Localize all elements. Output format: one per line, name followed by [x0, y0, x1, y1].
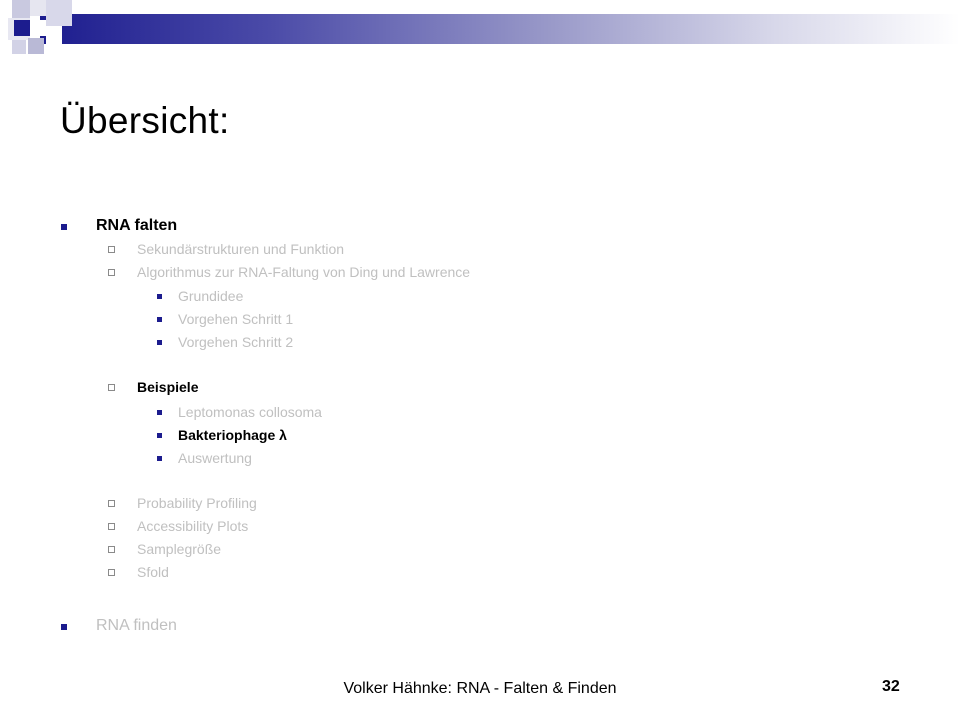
list-item: Sekundärstrukturen und Funktion — [137, 241, 345, 257]
square-bullet-icon — [157, 433, 162, 438]
header-square — [46, 0, 72, 26]
hollow-bullet-icon — [108, 500, 115, 507]
square-bullet-icon — [157, 456, 162, 461]
hollow-bullet-icon — [108, 523, 115, 530]
page-number: 32 — [882, 678, 900, 695]
list-item: Samplegröße — [137, 541, 222, 557]
header-square — [30, 20, 46, 36]
list-item: Leptomonas collosoma — [178, 404, 322, 420]
header-square — [30, 0, 46, 16]
square-bullet-icon — [61, 224, 67, 230]
square-bullet-icon — [61, 624, 67, 630]
header-square — [12, 0, 30, 18]
square-bullet-icon — [157, 294, 162, 299]
hollow-bullet-icon — [108, 246, 115, 253]
square-bullet-icon — [157, 317, 162, 322]
list-item: RNA falten — [96, 217, 178, 234]
header-square — [14, 20, 30, 36]
list-item: Sfold — [137, 564, 169, 580]
header-square — [46, 26, 62, 44]
list-item: Vorgehen Schritt 2 — [178, 334, 294, 350]
list-item: Algorithmus zur RNA-Faltung von Ding und… — [137, 264, 471, 280]
list-item: Accessibility Plots — [137, 518, 249, 534]
hollow-bullet-icon — [108, 569, 115, 576]
header-gradient-bar — [40, 14, 960, 44]
list-item: Probability Profiling — [137, 495, 257, 511]
square-bullet-icon — [157, 340, 162, 345]
header-square — [12, 40, 26, 54]
list-item: Grundidee — [178, 288, 244, 304]
header-square — [28, 38, 44, 54]
hollow-bullet-icon — [108, 384, 115, 391]
list-item: Vorgehen Schritt 1 — [178, 311, 294, 327]
slide-footer: Volker Hähnke: RNA - Falten & Finden — [343, 680, 617, 697]
hollow-bullet-icon — [108, 269, 115, 276]
square-bullet-icon — [157, 410, 162, 415]
hollow-bullet-icon — [108, 546, 115, 553]
list-item: Beispiele — [137, 379, 199, 395]
slide-title: Übersicht: — [60, 100, 230, 141]
list-item: Bakteriophage λ — [178, 427, 287, 443]
list-item: RNA finden — [96, 617, 177, 634]
list-item: Auswertung — [178, 450, 252, 466]
